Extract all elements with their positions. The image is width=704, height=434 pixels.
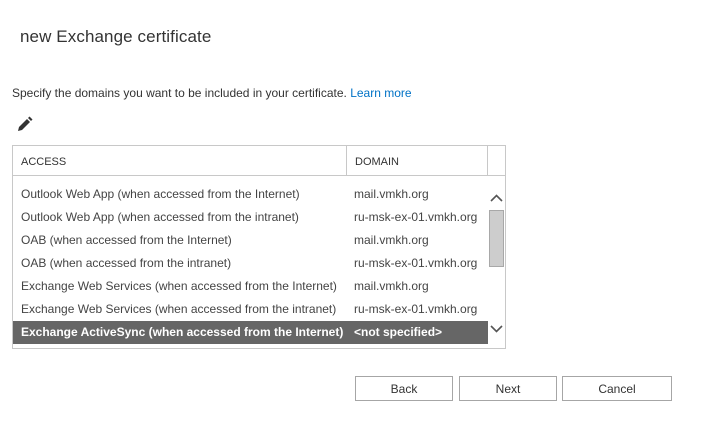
table-row[interactable]: OAB (when accessed from the Internet) ma… [13, 229, 488, 252]
instruction-label: Specify the domains you want to be inclu… [12, 86, 351, 100]
next-button[interactable]: Next [459, 376, 557, 401]
domain-cell: mail.vmkh.org [354, 279, 429, 293]
domain-cell: ru-msk-ex-01.vmkh.org [354, 256, 478, 270]
chevron-up-icon[interactable] [488, 188, 505, 208]
column-header-access[interactable]: ACCESS [13, 146, 347, 176]
vertical-scrollbar[interactable] [488, 184, 505, 348]
table-row[interactable]: OAB (when accessed from the intranet) ru… [13, 252, 488, 275]
domain-cell: <not specified> [354, 325, 443, 339]
column-header-domain[interactable]: DOMAIN [347, 146, 488, 176]
table-row[interactable]: Outlook Web App (when accessed from the … [13, 183, 488, 206]
domain-cell: mail.vmkh.org [354, 233, 429, 247]
domain-cell: ru-msk-ex-01.vmkh.org [354, 302, 478, 316]
access-cell: OAB (when accessed from the intranet) [21, 256, 232, 270]
table-row[interactable]: Exchange Web Services (when accessed fro… [13, 298, 488, 321]
access-cell: Exchange Web Services (when accessed fro… [21, 279, 337, 293]
access-cell: Outlook Web App (when accessed from the … [21, 187, 300, 201]
cancel-button[interactable]: Cancel [562, 376, 672, 401]
domain-cell: mail.vmkh.org [354, 187, 429, 201]
domain-cell: ru-msk-ex-01.vmkh.org [354, 210, 478, 224]
grid-rows: Outlook Web App (when accessed from the … [13, 183, 488, 344]
instruction-text: Specify the domains you want to be inclu… [12, 86, 412, 100]
chevron-down-icon[interactable] [488, 319, 505, 339]
domains-grid: ACCESS DOMAIN Outlook Web App (when acce… [12, 145, 506, 349]
learn-more-link[interactable]: Learn more [350, 86, 411, 100]
table-row[interactable]: Outlook Web App (when accessed from the … [13, 206, 488, 229]
scrollbar-thumb[interactable] [489, 210, 504, 267]
access-cell: Exchange ActiveSync (when accessed from … [21, 325, 344, 339]
access-cell: Exchange Web Services (when accessed fro… [21, 302, 337, 316]
pencil-icon[interactable] [14, 115, 34, 135]
access-cell: OAB (when accessed from the Internet) [21, 233, 232, 247]
table-row-selected[interactable]: Exchange ActiveSync (when accessed from … [13, 321, 488, 344]
back-button[interactable]: Back [355, 376, 453, 401]
dialog-title: new Exchange certificate [20, 27, 212, 46]
table-row[interactable]: Exchange Web Services (when accessed fro… [13, 275, 488, 298]
access-cell: Outlook Web App (when accessed from the … [21, 210, 299, 224]
grid-header: ACCESS DOMAIN [13, 146, 505, 176]
